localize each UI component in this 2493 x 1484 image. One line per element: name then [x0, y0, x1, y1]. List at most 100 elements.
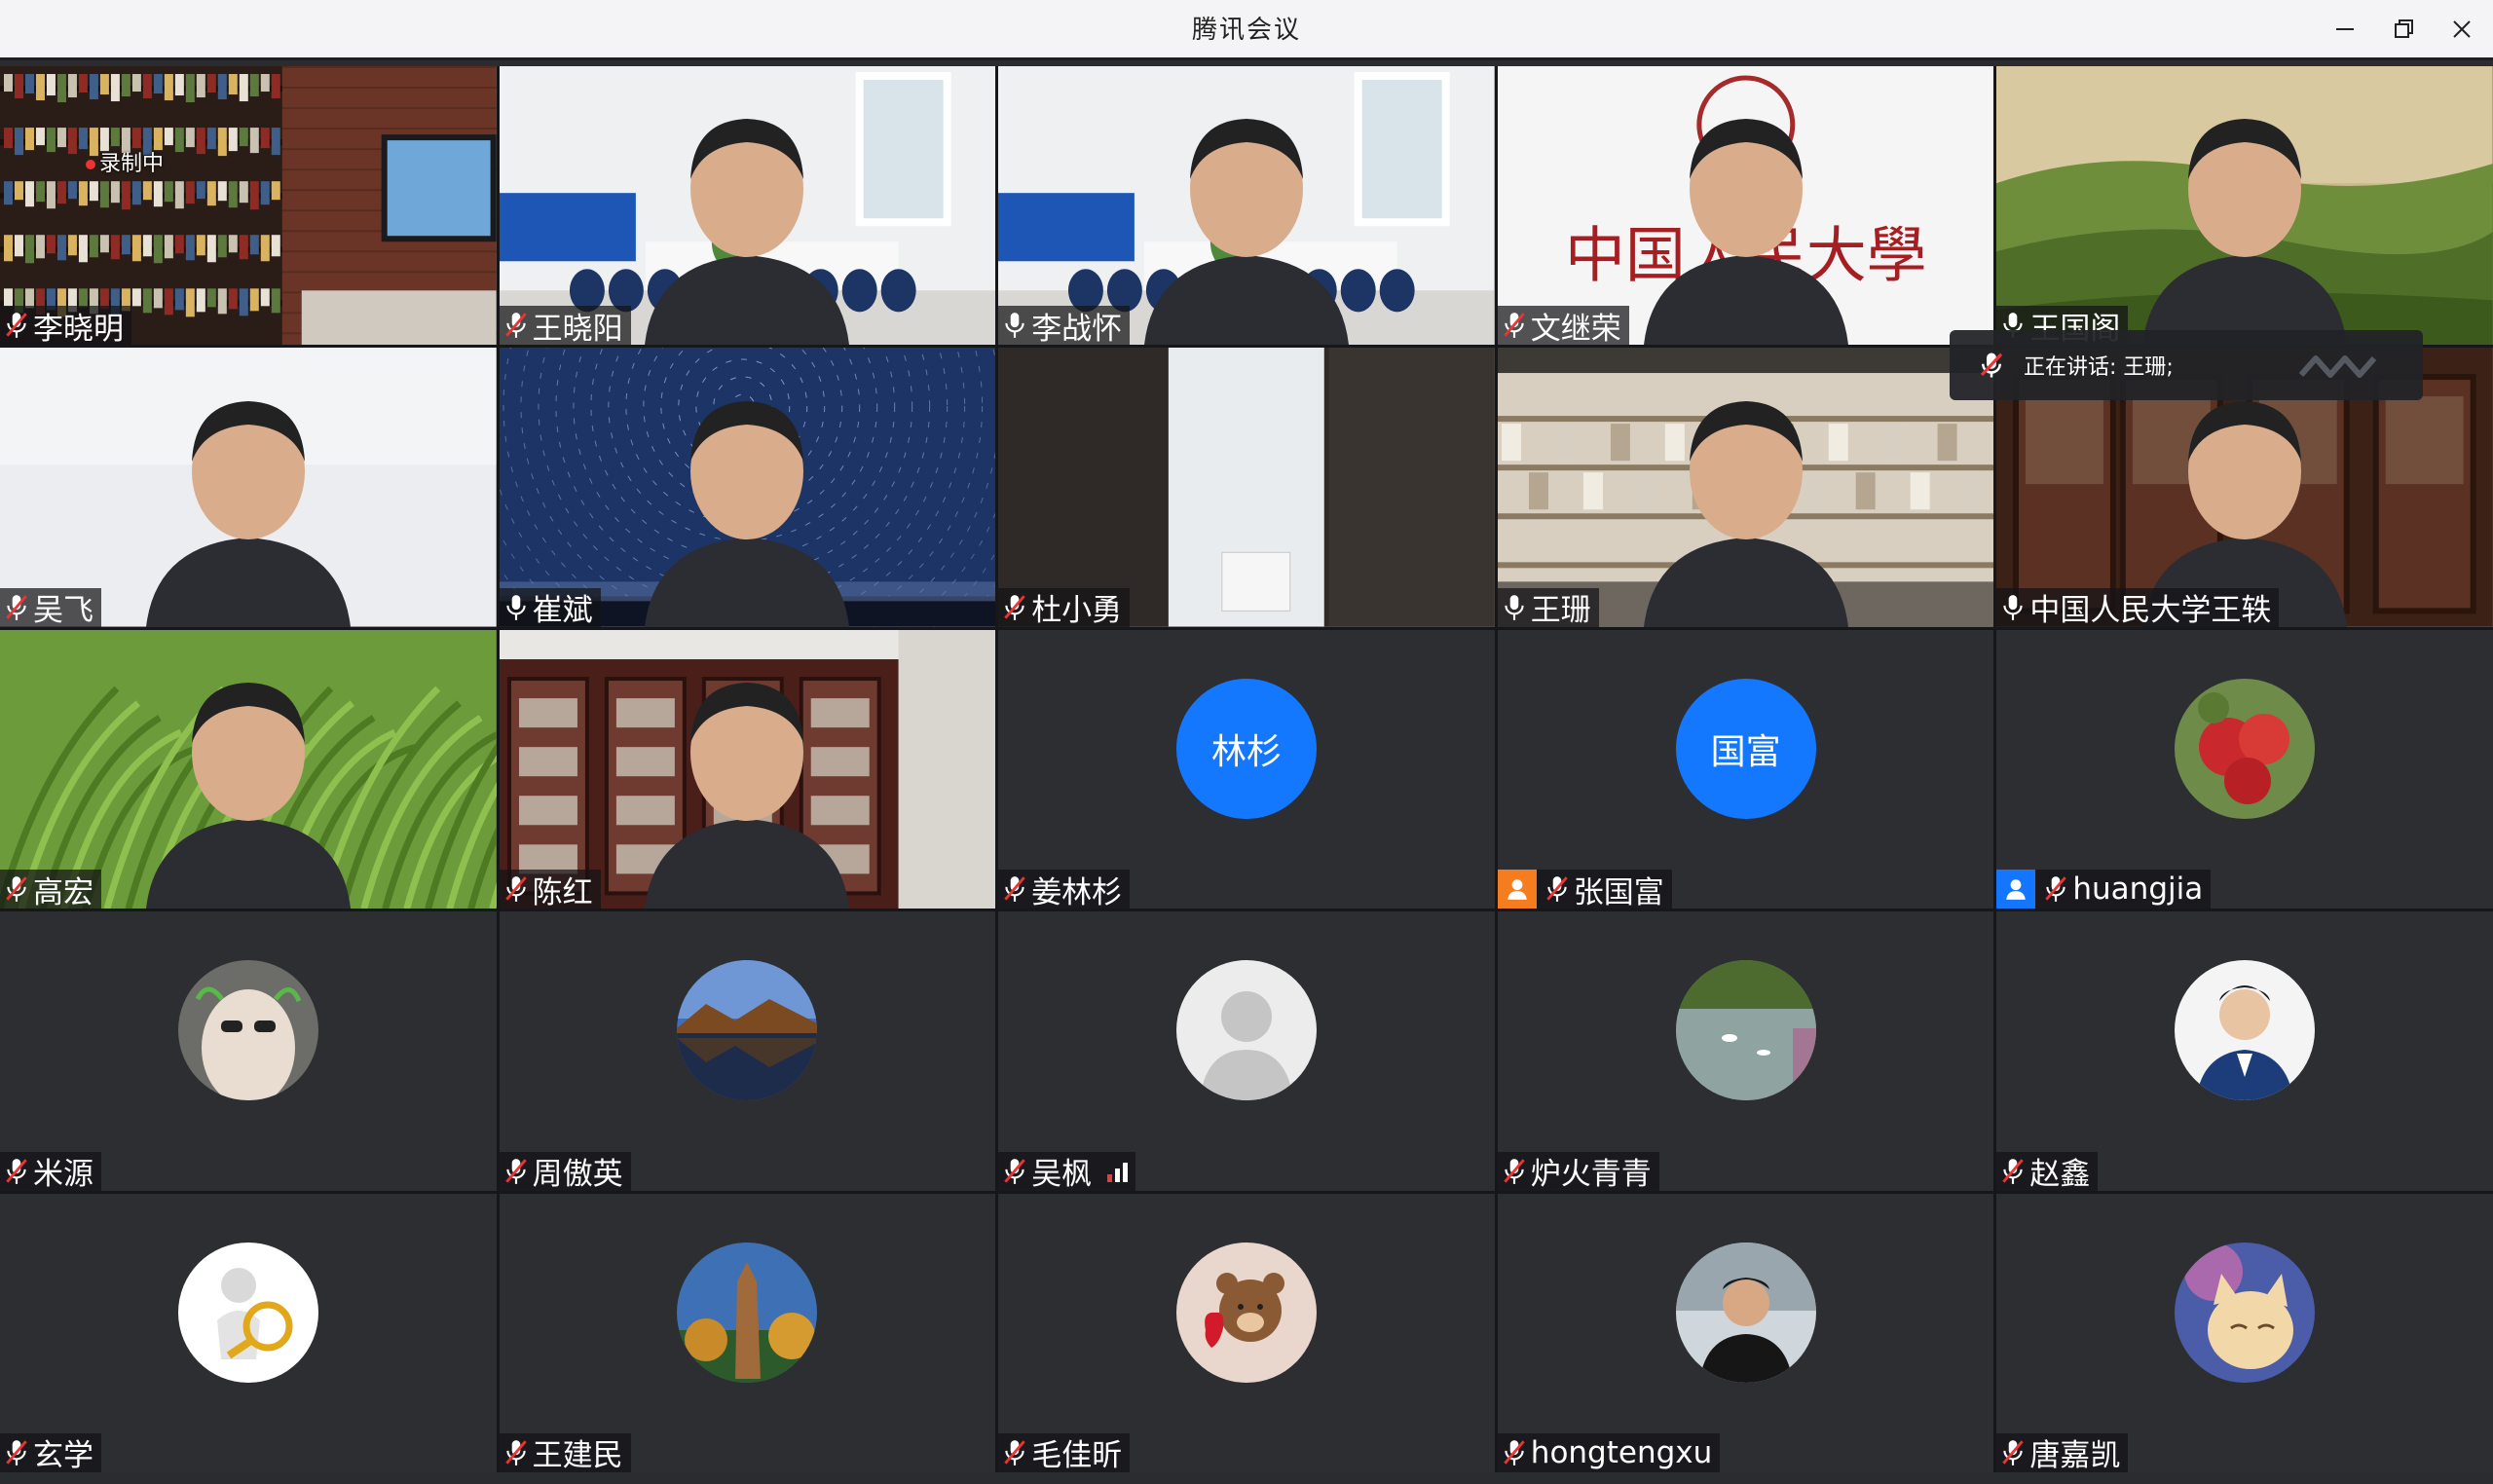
mic-muted-icon	[6, 594, 27, 620]
participant-tile[interactable]: 崔斌	[499, 348, 996, 627]
avatar	[1175, 1242, 1317, 1383]
participant-tile[interactable]: 高宏	[0, 629, 497, 909]
participant-name: 唐嘉凯	[2029, 1438, 2121, 1472]
close-button[interactable]	[2440, 10, 2483, 49]
restore-button[interactable]	[2382, 10, 2425, 49]
participant-name: 高宏	[33, 874, 93, 909]
avatar: 国富	[1675, 678, 1816, 819]
mic-muted-icon	[2045, 876, 2067, 903]
recording-indicator: 录制中	[86, 146, 164, 177]
recording-label: 录制中	[99, 152, 165, 176]
participant-tile[interactable]: 林杉 姜林杉	[998, 629, 1495, 909]
name-tag: 周傲英	[499, 1151, 631, 1191]
participant-tile[interactable]: hongtengxu	[1497, 1193, 1994, 1472]
participant-tile[interactable]: huangjia	[1996, 629, 2493, 909]
window-title: 腾讯会议	[1191, 16, 1301, 45]
participant-name: 玄学	[33, 1438, 93, 1472]
mic-muted-icon	[504, 876, 527, 903]
name-tag: 米源	[0, 1151, 101, 1191]
name-tag: huangjia	[1996, 870, 2212, 909]
avatar	[2175, 960, 2316, 1101]
participant-name: 李晓明	[33, 311, 124, 346]
participant-tile[interactable]: 王建民	[499, 1193, 996, 1472]
participant-tile[interactable]: 吴枫	[998, 911, 1495, 1191]
mic-muted-icon	[1546, 876, 1568, 903]
participant-name: huangjia	[2072, 872, 2204, 908]
close-icon	[2453, 20, 2471, 38]
participant-tile[interactable]: 米源	[0, 911, 497, 1191]
participant-tile[interactable]: 中国人民大學 文继荣	[1497, 66, 1994, 346]
minimize-button[interactable]	[2324, 10, 2366, 49]
participant-name: 毛佳昕	[1031, 1438, 1123, 1472]
participant-tile[interactable]: 玄学	[0, 1193, 497, 1472]
signal-strength-icon	[1107, 1161, 1129, 1182]
participant-figure	[645, 683, 850, 909]
mic-muted-icon	[1504, 1158, 1525, 1184]
mic-icon	[1005, 313, 1024, 339]
participant-name: 王晓阳	[532, 311, 623, 346]
participant-tile[interactable]: 周傲英	[499, 911, 996, 1191]
mic-muted-icon	[1004, 594, 1025, 620]
avatar	[1175, 960, 1317, 1101]
name-tag: 吴飞	[0, 587, 101, 627]
name-tag: 中国人民大学王轶	[1996, 587, 2280, 627]
participant-name: 姜林杉	[1031, 874, 1123, 909]
mic-icon	[2003, 594, 2024, 620]
participant-name: 王珊	[1530, 593, 1591, 627]
participant-figure	[2142, 119, 2348, 346]
mic-muted-icon	[6, 1440, 27, 1465]
waveform-icon	[2298, 355, 2377, 378]
mic-icon	[505, 594, 526, 620]
name-tag: 炉火青青	[1497, 1151, 1659, 1191]
speaking-text: 正在讲话: 王珊;	[2024, 355, 2174, 380]
participant-figure	[145, 400, 351, 627]
participant-figure	[1643, 400, 1848, 627]
speaking-indicator: 正在讲话: 王珊;	[1950, 330, 2423, 400]
name-tag: 王晓阳	[499, 306, 631, 346]
participant-name: 米源	[33, 1157, 93, 1191]
name-tag: 王建民	[499, 1432, 631, 1472]
mic-muted-icon	[1004, 1440, 1025, 1465]
participant-name: 杜小勇	[1031, 593, 1123, 627]
participant-name: 崔斌	[532, 593, 593, 627]
avatar	[2175, 1242, 2316, 1383]
participant-tile[interactable]: 李战怀	[998, 66, 1495, 346]
name-tag: 吴枫	[998, 1151, 1136, 1191]
mic-muted-icon	[1504, 1440, 1525, 1465]
mic-muted-icon	[1004, 1158, 1025, 1184]
mic-muted-icon	[2002, 1440, 2025, 1465]
participant-tile[interactable]: 杜小勇	[998, 348, 1495, 627]
participant-figure	[1643, 119, 1848, 346]
participant-tile[interactable]: 唐嘉凯	[1996, 1193, 2493, 1472]
participant-name: 张国富	[1573, 874, 1664, 909]
avatar	[1675, 1242, 1816, 1383]
participant-name: 中国人民大学王轶	[2029, 593, 2272, 627]
participant-tile[interactable]: 录制中 李晓明	[0, 66, 497, 346]
participant-tile[interactable]: 陈红	[499, 629, 996, 909]
mic-muted-icon	[1004, 876, 1025, 903]
name-tag: 赵鑫	[1996, 1151, 2099, 1191]
participant-figure	[145, 683, 351, 909]
participant-name: 李战怀	[1031, 311, 1123, 346]
name-tag: 高宏	[0, 870, 101, 909]
participant-tile[interactable]: 王珊	[1497, 348, 1994, 627]
mic-muted-icon	[6, 313, 27, 339]
speaking-mic-icon	[1980, 352, 2003, 378]
mic-muted-icon	[504, 313, 527, 339]
participant-tile[interactable]: 国富 张国富	[1497, 629, 1994, 909]
name-tag: 崔斌	[499, 587, 601, 627]
participant-name: 赵鑫	[2029, 1157, 2091, 1191]
participant-tile[interactable]: 吴飞	[0, 348, 497, 627]
avatar-initials: 国富	[1710, 731, 1781, 772]
participant-name: 吴枫	[1031, 1157, 1093, 1191]
name-tag: 姜林杉	[998, 870, 1131, 909]
name-tag: 文继荣	[1497, 306, 1629, 346]
participant-tile[interactable]: 炉火青青	[1497, 911, 1994, 1191]
host-badge-icon	[1996, 870, 2036, 909]
participant-tile[interactable]: 王国阁	[1996, 66, 2493, 346]
participant-tile[interactable]: 毛佳昕	[998, 1193, 1495, 1472]
participant-tile[interactable]: 赵鑫	[1996, 911, 2493, 1191]
name-tag: 唐嘉凯	[1996, 1432, 2129, 1472]
avatar: 林杉	[1175, 678, 1317, 819]
participant-tile[interactable]: 王晓阳	[499, 66, 996, 346]
